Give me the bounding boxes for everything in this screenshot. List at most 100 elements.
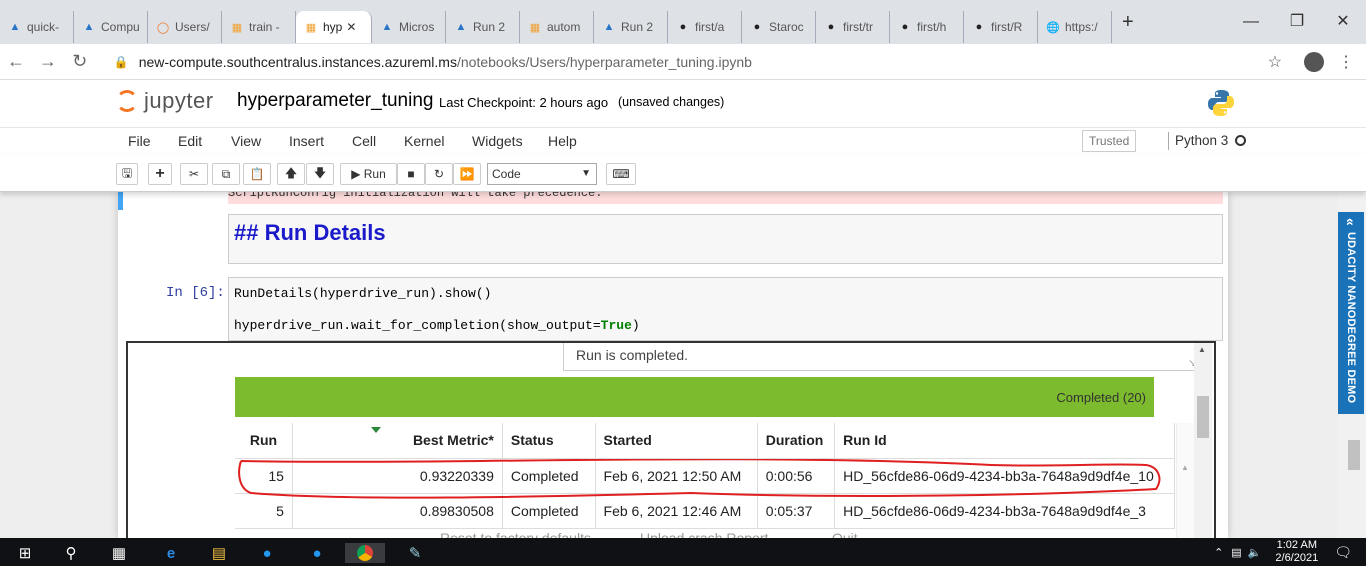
scroll-up-icon[interactable]: ▲ bbox=[1198, 345, 1206, 354]
windows-start-icon[interactable]: ⊞ bbox=[14, 543, 36, 563]
notebook-name[interactable]: hyperparameter_tuning bbox=[237, 90, 433, 112]
tab-2[interactable]: ◯ Users/ bbox=[148, 11, 222, 43]
close-tab-icon[interactable]: ✕ bbox=[346, 20, 356, 34]
menu-bar: File Edit View Insert Cell Kernel Widget… bbox=[0, 128, 1366, 154]
menu-file[interactable]: File bbox=[128, 133, 151, 149]
close-window-icon[interactable]: ✕ bbox=[1320, 0, 1366, 44]
cell-type-select[interactable]: Code ▼ bbox=[487, 163, 597, 185]
tab-0[interactable]: ▲ quick- bbox=[0, 11, 74, 43]
col-started[interactable]: Started bbox=[595, 423, 758, 459]
col-run[interactable]: Run bbox=[235, 423, 293, 459]
docker-desktop-icon[interactable]: ● bbox=[306, 543, 328, 563]
github-icon: ● bbox=[827, 21, 835, 33]
move-up-icon[interactable]: 🡅 bbox=[277, 163, 305, 185]
cell-run: 5 bbox=[235, 493, 293, 529]
notifications-icon[interactable]: 🗨 bbox=[1334, 544, 1352, 561]
tab-9[interactable]: ● first/a bbox=[668, 11, 742, 43]
table-row[interactable]: 5 0.89830508 Completed Feb 6, 2021 12:46… bbox=[235, 493, 1175, 529]
url-field[interactable]: 🔒 new-compute.southcentralus.instances.a… bbox=[102, 48, 1304, 76]
cell-status: Completed bbox=[502, 458, 596, 494]
forward-icon[interactable]: → bbox=[32, 51, 64, 72]
tab-14[interactable]: 🌐 https:/ bbox=[1038, 11, 1112, 43]
cut-icon[interactable]: ✂ bbox=[180, 163, 208, 185]
tab-11[interactable]: ● first/tr bbox=[816, 11, 890, 43]
tab-10[interactable]: ● Staroc bbox=[742, 11, 816, 43]
kernel-name[interactable]: Python 3 bbox=[1175, 133, 1228, 148]
task-view-icon[interactable]: ▦ bbox=[108, 543, 130, 563]
col-best-metric[interactable]: Best Metric* bbox=[292, 423, 503, 459]
page-scroll-thumb[interactable] bbox=[1348, 440, 1360, 470]
windows-taskbar: ⊞ ⚲ ▦ e ▤ ● ● ✎ ⌃ ▤ 🔈 1:02 AM 2/6/2021 🗨 bbox=[0, 538, 1366, 566]
clock[interactable]: 1:02 AM 2/6/2021 bbox=[1275, 539, 1318, 565]
udacity-extension-tab[interactable]: « UDACITY NANODEGREE DEMO bbox=[1338, 212, 1364, 414]
tray-expand-icon[interactable]: ⌃ bbox=[1214, 546, 1223, 559]
tab-3[interactable]: ▦ train - bbox=[222, 11, 296, 43]
interrupt-icon[interactable]: ■ bbox=[397, 163, 425, 185]
menu-help[interactable]: Help bbox=[548, 133, 577, 149]
minimize-icon[interactable]: — bbox=[1228, 0, 1274, 44]
tab-5[interactable]: ▲ Micros bbox=[372, 11, 446, 43]
run-label: Run bbox=[363, 167, 386, 181]
menu-insert[interactable]: Insert bbox=[289, 133, 324, 149]
menu-view[interactable]: View bbox=[231, 133, 261, 149]
bookmark-star-icon[interactable]: ☆ bbox=[1268, 52, 1282, 72]
table-row[interactable]: 15 0.93220339 Completed Feb 6, 2021 12:5… bbox=[235, 458, 1175, 494]
browser-menu-icon[interactable]: ⋮ bbox=[1338, 52, 1354, 72]
edge-icon[interactable]: e bbox=[160, 543, 182, 563]
table-scrollbar[interactable]: ▲ bbox=[1176, 423, 1194, 538]
cell-started: Feb 6, 2021 12:50 AM bbox=[595, 458, 758, 494]
stderr-text: ScriptRunConfig initialization will take… bbox=[228, 192, 603, 200]
insert-cell-icon[interactable]: + bbox=[148, 163, 172, 185]
widget-scrollbar[interactable]: ▲ bbox=[1194, 343, 1212, 538]
double-chevron-left-icon: « bbox=[1343, 218, 1359, 226]
tab-4[interactable]: ▦ hyp ✕ bbox=[296, 11, 372, 43]
network-icon[interactable]: ▤ bbox=[1231, 546, 1241, 559]
cell-run-id[interactable]: HD_56cfde86-06d9-4234-bb3a-7648a9d9df4e_… bbox=[834, 493, 1175, 529]
jupyter-logo[interactable]: jupyter bbox=[116, 88, 214, 114]
trusted-badge[interactable]: Trusted bbox=[1082, 130, 1137, 152]
volume-icon[interactable]: 🔈 bbox=[1248, 546, 1262, 559]
col-status[interactable]: Status bbox=[502, 423, 596, 459]
account-avatar[interactable] bbox=[1304, 51, 1324, 72]
tab-8[interactable]: ▲ Run 2 bbox=[594, 11, 668, 43]
tab-6[interactable]: ▲ Run 2 bbox=[446, 11, 520, 43]
col-duration[interactable]: Duration bbox=[757, 423, 836, 459]
new-tab-button[interactable]: + bbox=[1122, 11, 1134, 34]
restore-icon[interactable]: ❐ bbox=[1274, 0, 1320, 44]
scroll-thumb[interactable] bbox=[1197, 396, 1209, 438]
restart-run-all-icon[interactable]: ⏩ bbox=[453, 163, 481, 185]
jupyter-logo-text: jupyter bbox=[144, 88, 214, 113]
run-button[interactable]: ▶ Run bbox=[340, 163, 397, 185]
scroll-up-icon[interactable]: ▲ bbox=[1181, 463, 1189, 472]
save-icon[interactable]: 🖫 bbox=[116, 163, 138, 185]
paste-icon[interactable]: 📋 bbox=[243, 163, 271, 185]
python-logo-icon bbox=[1208, 90, 1234, 116]
reload-icon[interactable]: ↻ bbox=[64, 51, 96, 72]
back-icon[interactable]: ← bbox=[0, 51, 32, 72]
search-icon[interactable]: ⚲ bbox=[60, 543, 82, 563]
tab-13[interactable]: ● first/R bbox=[964, 11, 1038, 43]
copy-icon[interactable]: ⧉ bbox=[212, 163, 240, 185]
code-cell[interactable]: RunDetails(hyperdrive_run).show() hyperd… bbox=[228, 277, 1223, 341]
menu-cell[interactable]: Cell bbox=[352, 133, 376, 149]
azure-ml-icon: ▲ bbox=[603, 21, 615, 33]
tab-1[interactable]: ▲ Compu bbox=[74, 11, 148, 43]
chrome-icon[interactable] bbox=[345, 543, 385, 563]
keyboard-icon[interactable]: ⌨ bbox=[606, 163, 636, 185]
menu-kernel[interactable]: Kernel bbox=[404, 133, 444, 149]
menu-edit[interactable]: Edit bbox=[178, 133, 202, 149]
col-run-id[interactable]: Run Id bbox=[834, 423, 1175, 459]
file-explorer-icon[interactable]: ▤ bbox=[208, 543, 230, 563]
notepad-icon[interactable]: ✎ bbox=[404, 543, 426, 563]
tab-label: Run 2 bbox=[621, 20, 654, 34]
docker-icon[interactable]: ● bbox=[256, 543, 278, 563]
sort-desc-icon bbox=[370, 427, 381, 433]
move-down-icon[interactable]: 🡇 bbox=[306, 163, 334, 185]
markdown-cell[interactable]: ## Run Details bbox=[228, 214, 1223, 264]
menu-widgets[interactable]: Widgets bbox=[472, 133, 523, 149]
tab-12[interactable]: ● first/h bbox=[890, 11, 964, 43]
cell-run-id[interactable]: HD_56cfde86-06d9-4234-bb3a-7648a9d9df4e_… bbox=[834, 458, 1175, 494]
tab-7[interactable]: ▦ autom bbox=[520, 11, 594, 43]
url-path: /notebooks/Users/hyperparameter_tuning.i… bbox=[456, 53, 752, 70]
restart-icon[interactable]: ↻ bbox=[425, 163, 453, 185]
